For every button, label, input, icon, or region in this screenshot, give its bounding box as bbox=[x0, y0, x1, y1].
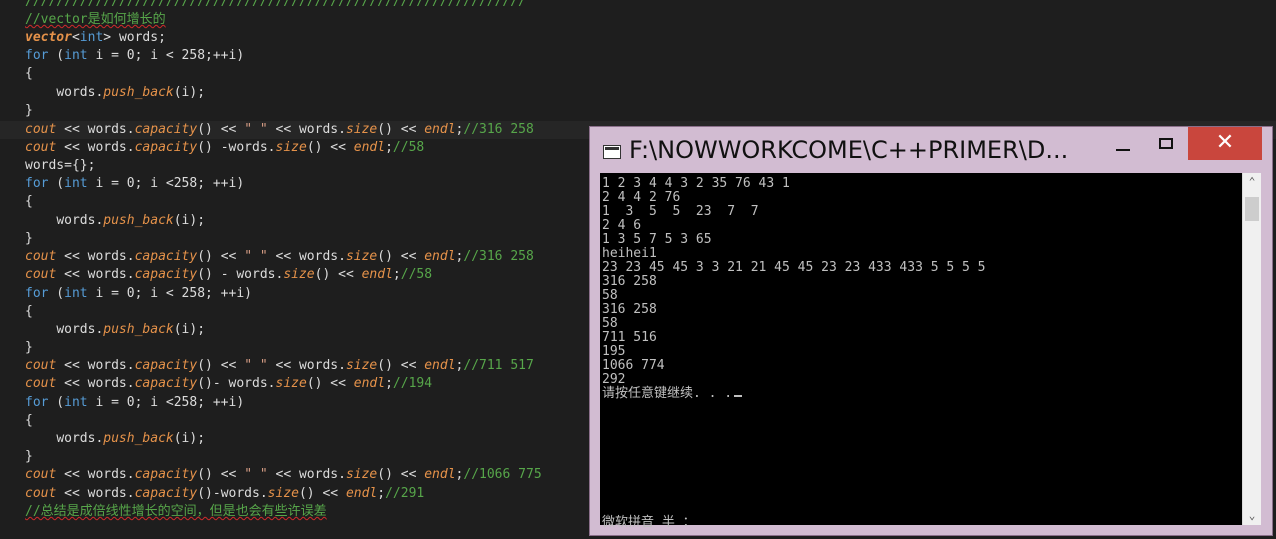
code-line[interactable]: cout << words.capacity()- words.size() <… bbox=[25, 375, 432, 393]
output-line: 1 3 5 5 23 7 7 bbox=[602, 204, 759, 219]
output-line: 58 bbox=[602, 288, 618, 303]
code-line[interactable]: cout << words.capacity()-words.size() <<… bbox=[25, 485, 424, 503]
code-text: } bbox=[25, 340, 33, 355]
code-text: for (int i = 0; i <258; ++i) bbox=[25, 395, 245, 410]
code-line[interactable]: ////////////////////////////////////////… bbox=[25, 0, 526, 11]
minimize-button[interactable] bbox=[1099, 127, 1145, 159]
code-text: { bbox=[25, 194, 33, 209]
code-line[interactable]: cout << words.capacity() << " " << words… bbox=[25, 248, 534, 266]
close-icon: ✕ bbox=[1215, 130, 1235, 155]
output-line: 711 516 bbox=[602, 330, 657, 345]
window-title: F:\NOWWORKCOME\C++PRIMER\D... bbox=[629, 136, 1069, 164]
code-text: cout << words.capacity() << " " << words… bbox=[25, 467, 542, 482]
code-text: for (int i = 0; i < 258;++i) bbox=[25, 48, 245, 63]
code-text: //总结是成倍线性增长的空间，但是也会有些许误差 bbox=[25, 504, 327, 519]
code-text: for (int i = 0; i < 258; ++i) bbox=[25, 286, 252, 301]
code-text: words.push_back(i); bbox=[56, 85, 206, 100]
code-line[interactable]: words.push_back(i); bbox=[25, 212, 205, 230]
code-text: words.push_back(i); bbox=[56, 322, 206, 337]
code-text: } bbox=[25, 231, 33, 246]
console-app-icon[interactable] bbox=[603, 145, 621, 159]
output-line: 23 23 45 45 3 3 21 21 45 45 23 23 433 43… bbox=[602, 260, 986, 275]
console-window[interactable]: F:\NOWWORKCOME\C++PRIMER\D... ✕ 1 2 3 4 … bbox=[589, 126, 1273, 536]
press-any-key-prompt: 请按任意键继续. . . bbox=[602, 386, 733, 401]
code-text: cout << words.capacity() -words.size() <… bbox=[25, 140, 425, 155]
code-line[interactable]: //总结是成倍线性增长的空间，但是也会有些许误差 bbox=[25, 503, 327, 521]
code-text: } bbox=[25, 449, 33, 464]
code-line[interactable]: } bbox=[25, 448, 33, 466]
code-line[interactable]: words.push_back(i); bbox=[25, 321, 205, 339]
output-line: 292 bbox=[602, 372, 626, 387]
code-line[interactable]: //vector是如何增长的 bbox=[25, 11, 166, 29]
scroll-down-icon[interactable]: ⌄ bbox=[1243, 507, 1261, 525]
code-text: words.push_back(i); bbox=[56, 431, 206, 446]
code-text: //vector是如何增长的 bbox=[25, 12, 166, 27]
console-titlebar[interactable]: F:\NOWWORKCOME\C++PRIMER\D... ✕ bbox=[590, 127, 1272, 173]
output-line: 316 258 bbox=[602, 302, 657, 317]
minimize-icon bbox=[1116, 149, 1130, 151]
maximize-button[interactable] bbox=[1145, 127, 1191, 159]
console-output[interactable]: 1 2 3 4 4 3 2 35 76 43 1 2 4 4 2 76 1 3 … bbox=[600, 173, 1242, 530]
code-text: { bbox=[25, 413, 33, 428]
code-text: cout << words.capacity() << " " << words… bbox=[25, 249, 534, 264]
ime-status: 微软拼音 半 ： bbox=[602, 515, 696, 530]
output-line: 1 3 5 7 5 3 65 bbox=[602, 232, 712, 247]
code-line[interactable]: vector<int> words; bbox=[25, 29, 166, 47]
code-text: for (int i = 0; i <258; ++i) bbox=[25, 176, 245, 191]
output-line-prompt: 请按任意键继续. . . bbox=[602, 386, 743, 401]
code-line[interactable]: words.push_back(i); bbox=[25, 430, 205, 448]
output-line: 2 4 4 2 76 bbox=[602, 190, 681, 205]
code-line[interactable]: cout << words.capacity() << " " << words… bbox=[25, 357, 534, 375]
output-line: 316 258 bbox=[602, 274, 657, 289]
code-line[interactable]: { bbox=[25, 303, 33, 321]
output-line: 58 bbox=[602, 316, 618, 331]
code-text: { bbox=[25, 66, 33, 81]
code-text: vector<int> words; bbox=[25, 30, 166, 45]
code-line[interactable]: } bbox=[25, 339, 33, 357]
code-line[interactable]: for (int i = 0; i <258; ++i) bbox=[25, 394, 244, 412]
code-text: words={}; bbox=[25, 158, 96, 173]
code-line[interactable]: } bbox=[25, 230, 33, 248]
code-text: cout << words.capacity()-words.size() <<… bbox=[25, 486, 425, 501]
code-text: cout << words.capacity() << " " << words… bbox=[25, 122, 534, 137]
code-line[interactable]: cout << words.capacity() - words.size() … bbox=[25, 266, 432, 284]
close-button[interactable]: ✕ bbox=[1188, 127, 1262, 160]
code-text: { bbox=[25, 304, 33, 319]
code-line[interactable]: } bbox=[25, 102, 33, 120]
code-line[interactable]: cout << words.capacity() << " " << words… bbox=[25, 466, 542, 484]
code-line[interactable]: words.push_back(i); bbox=[25, 84, 205, 102]
code-line[interactable]: { bbox=[25, 412, 33, 430]
output-line: 195 bbox=[602, 344, 626, 359]
code-line[interactable]: words={}; bbox=[25, 157, 95, 175]
output-line: 2 4 6 bbox=[602, 218, 642, 233]
text-cursor bbox=[734, 395, 743, 397]
output-line: 1066 774 bbox=[602, 358, 665, 373]
code-line[interactable]: { bbox=[25, 65, 33, 83]
maximize-icon bbox=[1159, 138, 1173, 149]
vertical-scrollbar[interactable]: ⌃ ⌄ bbox=[1242, 173, 1261, 525]
code-text: } bbox=[25, 103, 33, 118]
code-text: cout << words.capacity() - words.size() … bbox=[25, 267, 433, 282]
output-line: 1 2 3 4 4 3 2 35 76 43 1 bbox=[602, 176, 790, 191]
output-line: heihei1 bbox=[602, 246, 657, 261]
code-line[interactable]: cout << words.capacity() -words.size() <… bbox=[25, 139, 424, 157]
code-text: words.push_back(i); bbox=[56, 213, 206, 228]
scroll-up-icon[interactable]: ⌃ bbox=[1243, 173, 1261, 191]
code-line[interactable]: for (int i = 0; i <258; ++i) bbox=[25, 175, 244, 193]
scrollbar-thumb[interactable] bbox=[1245, 197, 1259, 221]
code-text: ////////////////////////////////////////… bbox=[25, 0, 526, 9]
code-line[interactable]: for (int i = 0; i < 258; ++i) bbox=[25, 285, 252, 303]
code-text: cout << words.capacity()- words.size() <… bbox=[25, 376, 433, 391]
code-text: cout << words.capacity() << " " << words… bbox=[25, 358, 534, 373]
code-line[interactable]: for (int i = 0; i < 258;++i) bbox=[25, 47, 244, 65]
code-line[interactable]: { bbox=[25, 193, 33, 211]
